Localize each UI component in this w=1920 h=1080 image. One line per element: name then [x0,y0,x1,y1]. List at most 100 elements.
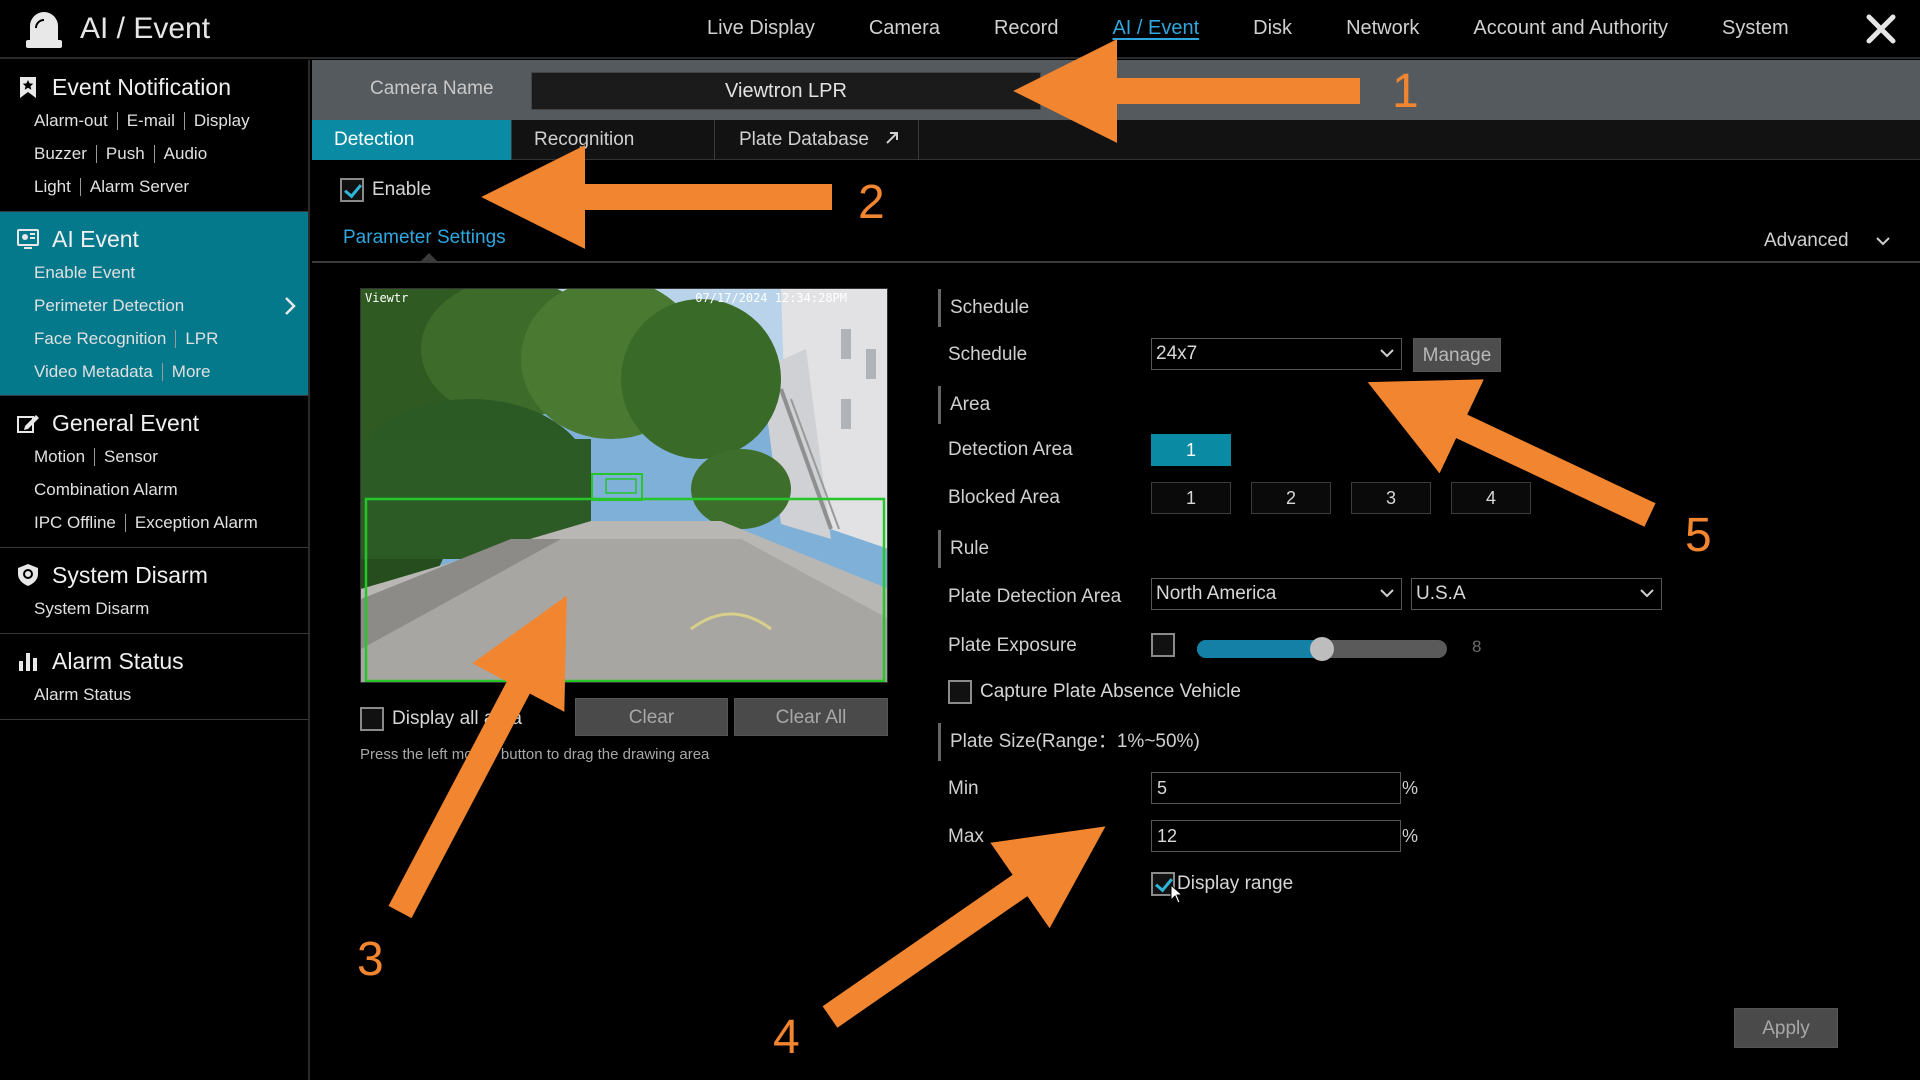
sidebar-item-email[interactable]: E-mail [127,111,175,131]
nav-account-and-authority[interactable]: Account and Authority [1473,17,1668,40]
schedule-select[interactable]: 24x7 [1151,338,1402,370]
capture-absence-label: Capture Plate Absence Vehicle [980,681,1241,702]
nav-live-display[interactable]: Live Display [707,17,815,40]
sidebar-section-ai-event: AI Event Enable Event Perimeter Detectio… [0,212,308,396]
advanced-toggle[interactable]: Advanced [1764,230,1891,252]
sidebar-item-push[interactable]: Push [106,144,145,164]
nav-disk[interactable]: Disk [1253,17,1292,40]
min-unit: % [1402,778,1419,798]
sidebar-item-face-recognition[interactable]: Face Recognition [34,329,166,349]
sidebar-item-lpr[interactable]: LPR [185,329,218,349]
sidebar-section-system-disarm: System Disarm System Disarm [0,548,308,634]
camera-name-select[interactable]: Viewtron LPR [531,72,1041,110]
tab-detection[interactable]: Detection [312,120,512,160]
sidebar-item-buzzer[interactable]: Buzzer [34,144,87,164]
sidebar-item-sensor[interactable]: Sensor [104,447,158,467]
blocked-area-button-3[interactable]: 3 [1351,482,1431,514]
blocked-area-button-2[interactable]: 2 [1251,482,1331,514]
enable-row: Enable [340,178,431,202]
blocked-area-label: Blocked Area [948,487,1060,508]
top-bar: AI / Event Live Display Camera Record AI… [0,0,1920,59]
sidebar-item-motion[interactable]: Motion [34,447,85,467]
slider-thumb[interactable] [1310,637,1334,661]
display-all-area-checkbox[interactable] [360,707,384,731]
sidebar-header-alarm-status[interactable]: Alarm Status [0,644,308,678]
divider [153,144,155,163]
nav-network[interactable]: Network [1346,17,1419,40]
sidebar-item-system-disarm[interactable]: System Disarm [34,599,149,619]
annotation-number-1: 1 [1392,65,1419,118]
sidebar-item-enable-event[interactable]: Enable Event [34,263,135,283]
sidebar-header-system-disarm[interactable]: System Disarm [0,558,308,592]
sidebar-section-event-notification: Event Notification Alarm-out E-mail Disp… [0,60,308,212]
region-select[interactable]: North America [1151,578,1402,610]
sidebar-item-alarm-server[interactable]: Alarm Server [90,177,189,197]
area-group-header: Area [938,386,990,424]
country-select-value: U.S.A [1416,583,1466,604]
annotation-number-3: 3 [357,933,384,986]
max-input[interactable]: 12 [1151,820,1401,852]
sidebar-item-ipc-offline[interactable]: IPC Offline [34,513,116,533]
plate-exposure-checkbox[interactable] [1151,633,1175,657]
min-label: Min [948,778,979,799]
annotation-number-2: 2 [858,176,885,229]
chevron-down-icon [1380,349,1394,358]
annotation-number-4: 4 [773,1011,800,1064]
divider [183,111,185,130]
tab-recognition[interactable]: Recognition [512,120,715,160]
camera-preview[interactable]: Viewtr 07/17/2024 12:34:28PM [360,288,888,683]
plate-exposure-slider[interactable] [1197,637,1447,661]
plate-exposure-value: 8 [1472,637,1482,656]
enable-checkbox[interactable] [340,178,364,202]
divider [95,144,97,163]
country-select[interactable]: U.S.A [1411,578,1662,610]
nav-ai-event[interactable]: AI / Event [1112,17,1199,40]
sidebar-title: Alarm Status [52,647,184,674]
nav-record[interactable]: Record [994,17,1058,40]
sidebar-header-ai-event[interactable]: AI Event [0,222,308,256]
plate-size-group-header: Plate Size(Range：1%~50%) [938,723,1200,761]
edit-event-icon [17,415,39,433]
sidebar-title: AI Event [52,225,139,252]
clear-button[interactable]: Clear [575,698,728,736]
blocked-area-button-4[interactable]: 4 [1451,482,1531,514]
annotation-number-5: 5 [1685,509,1712,562]
divider [175,329,177,348]
sidebar-section-alarm-status: Alarm Status Alarm Status [0,634,308,720]
sidebar-header-event-notification[interactable]: Event Notification [0,70,308,104]
nav-camera[interactable]: Camera [869,17,940,40]
chevron-right-icon[interactable] [280,296,300,316]
tab-plate-database[interactable]: Plate Database [715,120,919,160]
sidebar-item-light[interactable]: Light [34,177,71,197]
sidebar-item-alarm-status[interactable]: Alarm Status [34,685,131,705]
capture-absence-checkbox[interactable] [948,680,972,704]
sidebar-item-combination-alarm[interactable]: Combination Alarm [34,480,178,500]
tab-bar: Detection Recognition Plate Database [312,120,1920,160]
mouse-cursor-icon [1170,884,1184,904]
sidebar-item-video-metadata[interactable]: Video Metadata [34,362,153,382]
sidebar-item-alarm-out[interactable]: Alarm-out [34,111,108,131]
sidebar-item-audio[interactable]: Audio [164,144,207,164]
min-input[interactable]: 5 [1151,772,1401,804]
shield-icon [18,564,38,586]
camera-name-label: Camera Name [370,78,494,99]
blocked-area-button-1[interactable]: 1 [1151,482,1231,514]
sidebar-item-display[interactable]: Display [194,111,250,131]
advanced-label: Advanced [1764,230,1849,251]
sidebar-title: General Event [52,409,200,436]
close-icon[interactable] [1862,10,1900,48]
divider [94,447,96,466]
nav-system[interactable]: System [1722,17,1789,40]
sidebar-header-general-event[interactable]: General Event [0,406,308,440]
bookmark-star-icon [20,77,36,98]
clear-all-button[interactable]: Clear All [734,698,888,736]
detection-area-button-1[interactable]: 1 [1151,434,1231,466]
tab-parameter-settings[interactable]: Parameter Settings [343,227,506,249]
capture-absence-row: Capture Plate Absence Vehicle [948,680,1241,704]
sidebar-item-exception-alarm[interactable]: Exception Alarm [135,513,258,533]
sidebar-item-perimeter-detection[interactable]: Perimeter Detection [34,296,184,316]
apply-button[interactable]: Apply [1734,1008,1838,1048]
chevron-down-icon [1640,589,1654,598]
sidebar-item-more[interactable]: More [172,362,211,382]
manage-button[interactable]: Manage [1413,338,1501,372]
